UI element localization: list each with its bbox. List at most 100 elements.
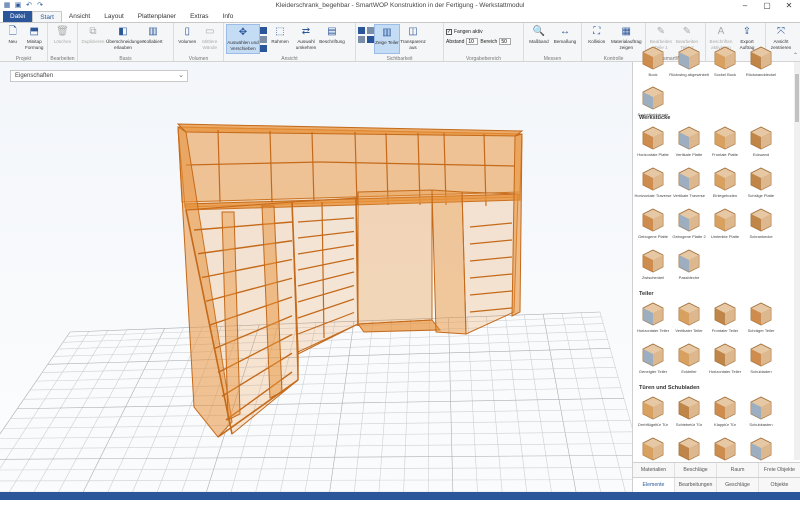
distance-input[interactable] xyxy=(466,38,479,45)
library-item[interactable]: Horizontaler Teiler xyxy=(709,341,741,374)
tab-ansicht[interactable]: Ansicht xyxy=(62,11,97,22)
library-item[interactable]: Gebogene Platte 2 xyxy=(672,206,706,239)
library-item[interactable]: Horizontale Traverse xyxy=(635,165,671,198)
library-item[interactable]: Rückwing abgewinkelt xyxy=(669,44,709,77)
overlap-button[interactable]: ◧ Überschneidungen erlauben xyxy=(106,24,145,54)
vis-mini-2[interactable] xyxy=(358,35,374,43)
collision-button[interactable]: ⛶ Kollision xyxy=(584,24,610,54)
category-header[interactable]: Werkstücke xyxy=(639,115,670,121)
library-item-label: Eckwand xyxy=(752,152,770,157)
library-item[interactable]: Schrankecke xyxy=(745,206,777,239)
new-button[interactable]: 🗋 Neu xyxy=(2,24,24,54)
tab-raum[interactable]: Raum xyxy=(717,463,759,477)
library-item[interactable]: Vertikaler Teiler xyxy=(673,300,705,333)
duplicate-button[interactable]: ⧉ Duplizieren xyxy=(80,24,106,54)
library-item[interactable]: Passbleche xyxy=(673,247,705,280)
middle-walls-button[interactable]: ▭ Mittlere Wände xyxy=(199,24,222,54)
measure-tape-button[interactable]: 🔍 Maßband xyxy=(526,24,552,54)
library-item[interactable]: Eckteiler xyxy=(673,341,705,374)
library-item[interactable]: Sockel Bock xyxy=(709,44,741,77)
tab-extras[interactable]: Extras xyxy=(183,11,215,22)
delete-button[interactable]: 🗑 Löschen xyxy=(50,24,75,54)
range-input[interactable] xyxy=(499,38,512,45)
view-mini-1-icon xyxy=(260,26,267,34)
invert-selection-button[interactable]: ⇄ Auswahl umkehren xyxy=(293,24,319,54)
library-item[interactable]: Schiebetür Tür xyxy=(673,394,705,427)
text-icon: A xyxy=(717,26,725,37)
show-divider-button[interactable]: ▥ Zeige Teiler xyxy=(374,24,400,54)
category-header[interactable]: Teiler xyxy=(639,291,654,297)
library-item[interactable]: Umlenkte Platte xyxy=(709,206,741,239)
library-item[interactable]: Horizontale Platte xyxy=(637,124,669,157)
view-mini-3[interactable] xyxy=(260,44,267,52)
library-item[interactable]: Schräge Platte xyxy=(745,165,777,198)
library-item-label: Klapptür Tür xyxy=(714,422,736,427)
frame-button[interactable]: ⬚ Rahmen xyxy=(267,24,293,54)
tab-layout[interactable]: Layout xyxy=(97,11,131,22)
library-item[interactable]: Zwischenteil xyxy=(637,247,669,280)
library-item[interactable]: Sockelfarbblende xyxy=(637,84,669,117)
panel-scrollbar[interactable] xyxy=(794,62,800,460)
library-item[interactable]: Einlegeboden xyxy=(709,165,741,198)
group-volumen: ▯ Volumen ▭ Mittlere Wände Volumen xyxy=(174,23,224,61)
viewport-3d[interactable]: Eigenschaften ⌄ xyxy=(0,62,632,492)
cabinet-3d-scene[interactable] xyxy=(0,62,632,492)
tab-datei[interactable]: Datei xyxy=(3,11,33,22)
library-item[interactable]: Schubladen xyxy=(745,341,777,374)
library-item[interactable]: Schubkasten xyxy=(745,394,777,427)
library-item-icon xyxy=(675,206,703,234)
select-move-button[interactable]: ✥ Auswählen und Verschieben xyxy=(226,24,260,54)
volume-button[interactable]: ▯ Volumen xyxy=(176,24,199,54)
library-item[interactable]: Bock xyxy=(637,44,669,77)
tab-freie-objekte[interactable]: Freie Objekte xyxy=(759,463,800,477)
category-header[interactable]: Türen und Schubladen xyxy=(639,385,700,391)
redo-icon[interactable]: ↷ xyxy=(36,2,44,10)
snap-toggle[interactable]: ✓ Fangen aktiv xyxy=(446,27,511,36)
vis-mini-2-icon xyxy=(358,35,365,43)
library-item[interactable]: Vertikale Traverse xyxy=(673,165,705,198)
library-item[interactable]: Horizontaler Teiler xyxy=(637,300,669,333)
library-item[interactable]: Frontaler Teiler xyxy=(709,300,741,333)
scrollbar-thumb[interactable] xyxy=(795,74,799,122)
minimize-button[interactable]: – xyxy=(734,0,756,11)
tab-bearbeitungen[interactable]: Bearbeitungen xyxy=(675,478,717,492)
tab-geschlaege[interactable]: Geschläge xyxy=(717,478,759,492)
chevron-up-icon[interactable]: ⌃ xyxy=(793,52,798,59)
library-item[interactable]: Eckwand xyxy=(745,124,777,157)
library-item-icon xyxy=(747,44,775,72)
library-item-label: Zwischenteil xyxy=(641,275,664,280)
view-mini-2[interactable] xyxy=(260,35,267,43)
close-button[interactable]: ✕ xyxy=(778,0,800,11)
library-item[interactable]: Klapptür Tür xyxy=(709,394,741,427)
tab-start[interactable]: Start xyxy=(32,11,62,22)
tab-info[interactable]: Info xyxy=(216,11,241,22)
tab-beschlaege[interactable]: Beschläge xyxy=(675,463,717,477)
library-item[interactable]: Vertikale Platte xyxy=(673,124,705,157)
undo-icon[interactable]: ↶ xyxy=(25,2,33,10)
save-icon[interactable]: ▣ xyxy=(14,2,22,10)
library-item[interactable]: Schräger Teiler xyxy=(745,300,777,333)
library-item[interactable]: Geneigter Teiler xyxy=(637,341,669,374)
dimension-button[interactable]: ↔ Bemaßung xyxy=(552,24,578,54)
tab-elemente[interactable]: Elemente xyxy=(633,478,675,492)
collision-icon: ⛶ xyxy=(593,26,601,37)
group-bearbeiten: 🗑 Löschen Bearbeiten xyxy=(48,23,78,61)
vis-mini-1[interactable] xyxy=(358,26,374,34)
tab-plattenplaner[interactable]: Plattenplaner xyxy=(131,11,183,22)
library-item[interactable]: Drehflügeltür Tür xyxy=(637,394,669,427)
library-item[interactable]: Rückwanddeckel xyxy=(745,44,777,77)
transparency-button[interactable]: ◫ Transparenz aus xyxy=(400,24,426,54)
maximize-button[interactable]: ▢ xyxy=(756,0,778,11)
library-item[interactable]: Frontale Platte xyxy=(709,124,741,157)
overlap-icon: ◧ xyxy=(118,26,128,37)
view-mini-1[interactable] xyxy=(260,26,267,34)
library-item[interactable]: Gebogene Platte xyxy=(637,206,669,239)
label-button[interactable]: ▤ Beschriftung xyxy=(319,24,345,54)
tab-materialien[interactable]: Materialien xyxy=(633,463,675,477)
snap-checkbox[interactable]: ✓ xyxy=(446,28,452,35)
edit-parts-2-icon: ✎ xyxy=(682,26,692,37)
library-item-icon xyxy=(639,341,667,369)
minitap-button[interactable]: ⬒ Minitap Formung xyxy=(24,24,46,54)
tab-objekte[interactable]: Objekte xyxy=(759,478,800,492)
collapse-button[interactable]: ▥ Kollabiert xyxy=(140,24,166,54)
